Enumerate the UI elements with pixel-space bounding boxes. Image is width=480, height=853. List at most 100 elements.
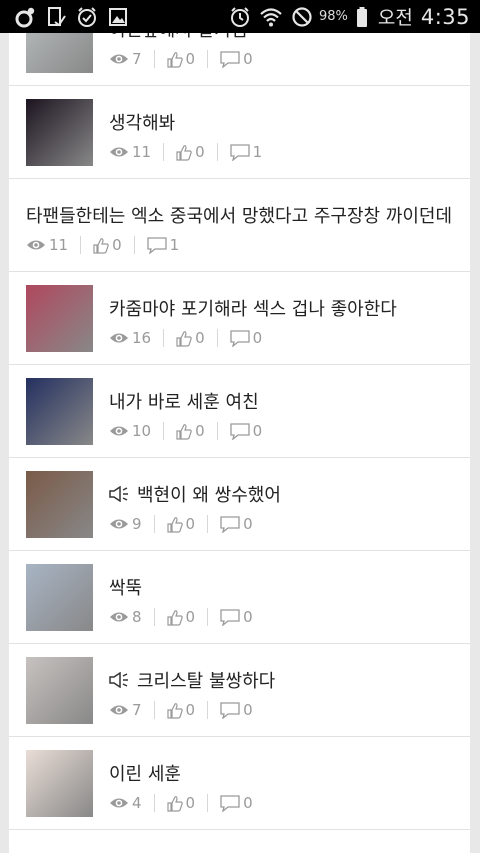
divider <box>153 794 155 812</box>
list-item[interactable]: 내가 바로 세훈 여친 10 0 0 <box>9 365 470 458</box>
view-count-value: 7 <box>132 701 142 719</box>
comment-count[interactable]: 0 <box>220 515 253 533</box>
clock-time: 4:35 <box>420 4 470 29</box>
comment-count[interactable]: 0 <box>229 329 263 347</box>
like-count-value: 0 <box>185 794 196 812</box>
comment-count-value: 1 <box>169 236 180 254</box>
list-item[interactable]: 타팬들한테는 엑소 중국에서 망했다고 주구장창 까이던데 11 0 1 <box>9 179 470 272</box>
post-title: 내가 바로 세훈 여친 <box>109 388 259 414</box>
divider <box>216 422 218 440</box>
comment-count-value: 0 <box>243 794 253 812</box>
status-bar: 98% 오전 4:35 <box>0 0 480 33</box>
post-title-text: 이린 세훈 <box>109 764 181 785</box>
post-thumbnail <box>26 657 93 724</box>
like-count[interactable]: 0 <box>166 794 196 812</box>
comment-count[interactable]: 0 <box>220 794 253 812</box>
comment-count[interactable]: 0 <box>220 608 253 626</box>
likes-icon <box>176 144 192 161</box>
divider <box>133 236 135 254</box>
comment-count-value: 0 <box>252 329 263 347</box>
divider <box>153 608 155 626</box>
like-count[interactable]: 0 <box>166 608 196 626</box>
blocked-icon <box>291 6 313 28</box>
like-count[interactable]: 0 <box>176 143 205 161</box>
image-icon <box>108 7 128 27</box>
views-icon <box>27 240 45 250</box>
list-item[interactable]: 크리스탈 불쌍하다 7 0 0 <box>9 644 470 737</box>
views-icon <box>110 519 128 529</box>
view-count-value: 11 <box>49 236 69 254</box>
divider <box>207 50 209 68</box>
comments-icon <box>229 422 250 440</box>
post-thumbnail <box>26 99 93 166</box>
like-count[interactable]: 0 <box>176 422 205 440</box>
post-stats: 4 0 0 <box>109 794 253 812</box>
notification-icon <box>14 6 36 28</box>
view-count-value: 16 <box>132 329 152 347</box>
post-stats: 7 0 0 <box>109 50 253 68</box>
views-icon <box>110 147 128 157</box>
list-item[interactable]: 이린 세훈 4 0 0 <box>9 737 470 830</box>
like-count[interactable]: 0 <box>93 236 122 254</box>
like-count[interactable]: 0 <box>176 329 205 347</box>
like-count-value: 0 <box>195 329 205 347</box>
post-title: 생각해봐 <box>109 109 175 135</box>
post-stats: 10 0 0 <box>109 422 262 440</box>
comment-count[interactable]: 0 <box>229 422 263 440</box>
list-item[interactable]: 백현이 왜 쌍수했어 9 0 0 <box>9 458 470 551</box>
view-count-value: 10 <box>132 422 152 440</box>
post-title-text: 생각해봐 <box>109 113 176 134</box>
divider <box>216 329 218 347</box>
battery-icon <box>356 6 368 28</box>
views-icon <box>110 798 128 808</box>
post-title: 싹뚝 <box>109 574 142 600</box>
list-item[interactable]: 여친앞에서 발기잼 7 0 0 <box>9 33 470 86</box>
comment-count-value: 0 <box>252 422 263 440</box>
comment-count-value: 1 <box>252 143 263 161</box>
like-count-value: 0 <box>185 608 196 626</box>
comment-count-value: 0 <box>243 50 253 68</box>
post-title-text: 백현이 왜 쌍수했어 <box>137 485 281 506</box>
comment-count[interactable]: 1 <box>146 236 180 254</box>
post-title-text: 내가 바로 세훈 여친 <box>109 392 259 413</box>
likes-icon <box>166 609 183 626</box>
comment-count[interactable]: 0 <box>220 701 253 719</box>
comments-icon <box>220 701 240 719</box>
views-icon <box>110 333 128 343</box>
battery-percent: 98% <box>318 9 348 24</box>
like-count-value: 0 <box>195 143 205 161</box>
post-feed[interactable]: 여친앞에서 발기잼700생각해봐1101타팬들한테는 엑소 중국에서 망했다고 … <box>9 33 470 853</box>
comment-count[interactable]: 1 <box>229 143 263 161</box>
post-title-text: 크리스탈 불쌍하다 <box>137 671 276 692</box>
like-count-value: 0 <box>185 50 196 68</box>
like-count[interactable]: 0 <box>166 515 195 533</box>
speaker-icon <box>109 672 131 688</box>
likes-icon <box>176 330 192 347</box>
view-count: 7 <box>109 701 142 719</box>
divider <box>216 143 218 161</box>
list-item[interactable]: 싹뚝 8 0 0 <box>9 551 470 644</box>
post-thumbnail <box>26 471 93 538</box>
like-count-value: 0 <box>112 236 122 254</box>
post-title-text: 여친앞에서 발기잼 <box>109 33 247 42</box>
views-icon <box>110 705 128 715</box>
views-icon <box>110 612 128 622</box>
likes-icon <box>166 702 183 719</box>
post-title: 크리스탈 불쌍하다 <box>109 667 275 693</box>
list-item[interactable]: 생각해봐 11 0 1 <box>9 86 470 179</box>
divider <box>153 50 155 68</box>
like-count[interactable]: 0 <box>166 50 196 68</box>
post-stats: 16 0 0 <box>109 329 262 347</box>
list-item[interactable]: 카줌마야 포기해라 섹스 겁나 좋아한다 16 0 0 <box>9 272 470 365</box>
post-thumbnail <box>26 750 93 817</box>
divider <box>163 422 165 440</box>
view-count-value: 7 <box>132 50 142 68</box>
post-stats: 9 0 0 <box>109 515 253 533</box>
divider <box>207 701 209 719</box>
comment-count[interactable]: 0 <box>220 50 253 68</box>
like-count[interactable]: 0 <box>166 701 195 719</box>
post-thumbnail <box>26 33 93 73</box>
comment-count-value: 0 <box>243 608 253 626</box>
comment-count-value: 0 <box>243 515 253 533</box>
comments-icon <box>220 608 240 626</box>
